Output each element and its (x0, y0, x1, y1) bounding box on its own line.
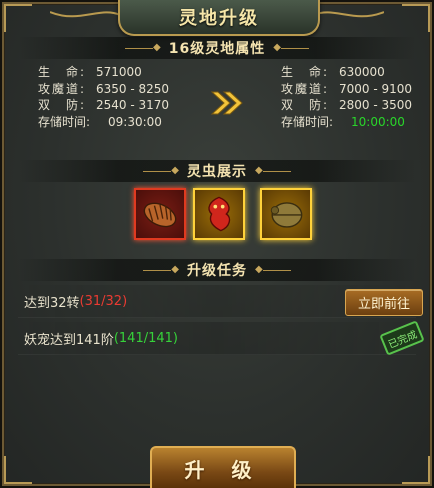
stat-value: 571000 (96, 65, 142, 79)
frame-corner (402, 4, 430, 32)
stat-row-hp: 生 命: 571000 (38, 64, 169, 81)
task-label: 妖宠达到141阶 (24, 332, 114, 348)
bug-slot-1[interactable] (134, 188, 186, 240)
larva-bug-icon (143, 202, 177, 228)
current-stats: 生 命: 571000 攻魔道: 6350 - 8250 双 防: 2540 -… (38, 64, 169, 130)
stat-row-storage: 存储时间: 10:00:00 (281, 114, 412, 131)
diamond-icon: ◆ (171, 264, 179, 275)
attributes-title: 16级灵地属性 (168, 41, 266, 57)
bug-slot-3[interactable] (260, 188, 312, 240)
stat-label: 攻魔道: (38, 81, 87, 96)
golden-beetle-icon (270, 202, 303, 228)
stat-label: 双 防: (38, 98, 87, 112)
task-progress: (141/141) (113, 330, 178, 346)
stat-label: 生 命: (38, 65, 87, 79)
task-progress: (31/32) (79, 293, 128, 309)
stat-value: 10:00:00 (351, 114, 405, 129)
stat-label: 存储时间: (281, 114, 334, 129)
stat-row-hp: 生 命: 630000 (281, 64, 412, 81)
red-dragon-bug-icon (208, 196, 231, 232)
frame-corner (4, 4, 32, 32)
stat-label: 生 命: (281, 65, 330, 79)
title-ornament-icon (314, 11, 384, 18)
divider (143, 170, 172, 172)
attributes-header: ◆ 16级灵地属性 ◆ (18, 37, 416, 59)
task-label: 达到32转 (24, 295, 80, 311)
bug-slot-2[interactable] (193, 188, 245, 240)
next-stats: 生 命: 630000 攻魔道: 7000 - 9100 双 防: 2800 -… (281, 64, 412, 130)
title-plate: 灵地升级 (118, 0, 320, 36)
double-chevron-right-icon (210, 91, 243, 115)
title-ornament-icon (50, 11, 120, 18)
stat-row-storage: 存储时间: 09:30:00 (38, 114, 169, 131)
upgrade-button[interactable]: 升 级 (150, 446, 296, 488)
diamond-icon: ◆ (273, 42, 281, 53)
divider (125, 47, 154, 49)
stat-row-defense: 双 防: 2800 - 3500 (281, 97, 412, 114)
stat-label: 双 防: (281, 98, 330, 112)
bugs-title: 灵虫展示 (187, 164, 247, 180)
stat-value: 09:30:00 (108, 114, 162, 129)
stat-value: 2540 - 3170 (96, 98, 170, 112)
frame-corner (4, 456, 32, 484)
diamond-icon: ◆ (171, 165, 179, 176)
upgrade-panel: 灵地升级 ◆ 16级灵地属性 ◆ 生 命: 571000 攻魔道: 6350 -… (0, 0, 434, 488)
divider (262, 269, 291, 271)
stat-row-attack: 攻魔道: 6350 - 8250 (38, 81, 169, 98)
diamond-icon: ◆ (153, 42, 161, 53)
bugs-header: ◆ 灵虫展示 ◆ (18, 160, 416, 182)
stat-value: 7000 - 9100 (339, 81, 413, 96)
tasks-header: ◆ 升级任务 ◆ (18, 259, 416, 281)
divider (280, 47, 309, 49)
frame-corner (402, 456, 430, 484)
stat-value: 2800 - 3500 (339, 98, 413, 112)
stat-label: 存储时间: (38, 114, 91, 129)
go-now-button[interactable]: 立即前往 (345, 289, 423, 316)
divider (143, 269, 172, 271)
task-row: 妖宠达到141阶 (141/141) (18, 322, 416, 355)
stat-value: 6350 - 8250 (96, 81, 170, 96)
stat-label: 攻魔道: (281, 81, 330, 96)
stat-row-attack: 攻魔道: 7000 - 9100 (281, 81, 412, 98)
divider (262, 170, 291, 172)
diamond-icon: ◆ (255, 165, 263, 176)
diamond-icon: ◆ (255, 264, 263, 275)
stat-value: 630000 (339, 65, 385, 79)
stat-row-defense: 双 防: 2540 - 3170 (38, 97, 169, 114)
window-title: 灵地升级 (179, 8, 259, 29)
tasks-title: 升级任务 (187, 263, 247, 279)
